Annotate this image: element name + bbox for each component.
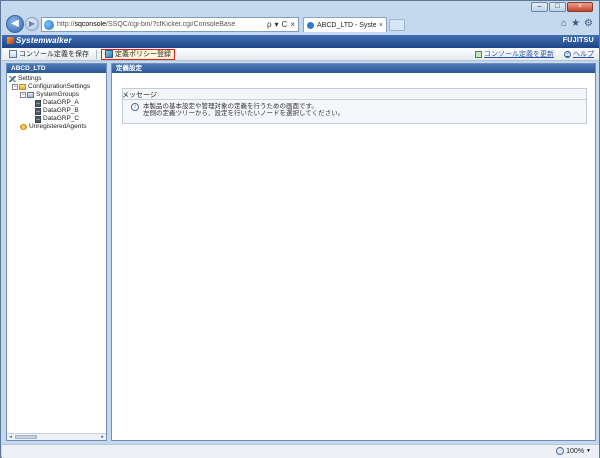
message-body: i 本製品の基本設定や管理対象の定義を行うための画面です。 左側の定義ツリーから… [131, 103, 344, 117]
dropdown-icon[interactable]: ▾ [275, 20, 279, 29]
app-header: Systemwalker FUJITSU [2, 35, 599, 48]
browser-tab[interactable]: ABCD_LTD - Systemwal... × [303, 17, 387, 32]
tab-close-icon[interactable]: × [376, 22, 386, 29]
scrollbar-thumb[interactable] [15, 435, 37, 439]
favorites-icon[interactable]: ★ [571, 18, 580, 29]
address-bar[interactable]: http://sqconsole/SSQC/cgi-bin/?cfKicker.… [41, 17, 299, 32]
folder-icon [19, 84, 26, 90]
ie-page-icon [44, 19, 54, 30]
search-icon[interactable]: ρ [267, 20, 272, 29]
settings-tools-icon [9, 76, 16, 82]
scroll-left-icon[interactable]: ◂ [7, 434, 14, 440]
product-logo: Systemwalker [7, 36, 72, 45]
message-divider [123, 99, 586, 100]
tree-panel-title: ABCD_LTD [7, 64, 106, 73]
tree-node-datagrp-a[interactable]: DataGRP_A [8, 99, 106, 107]
new-tab-button[interactable] [389, 19, 405, 31]
collapse-icon[interactable]: − [20, 92, 26, 98]
forward-button[interactable]: ▶ [25, 17, 39, 31]
zoom-control[interactable]: 100% ▼ [556, 447, 591, 455]
update-icon [475, 50, 482, 58]
help-link[interactable]: ? ヘルプ [564, 49, 594, 59]
update-console-definition-link[interactable]: コンソール定義を更新 [475, 49, 554, 59]
definition-tree: Settings − ConfigurationSettings − Syste… [7, 73, 106, 131]
definition-settings-panel: 定義設定 i 本製品の基本設定や管理対象の定義を行うための画面です。 左側の定義… [111, 63, 596, 441]
minimize-button[interactable]: – [531, 2, 548, 12]
window-controls: – □ × [531, 2, 593, 12]
browser-tools: ⌂ ★ ⚙ [561, 18, 593, 29]
tree-node-datagrp-c[interactable]: DataGRP_C [8, 115, 106, 123]
zoom-icon [556, 447, 565, 455]
maximize-button[interactable]: □ [549, 2, 566, 12]
tree-horizontal-scrollbar[interactable]: ◂ ▸ [7, 433, 106, 440]
vendor-logo: FUJITSU [562, 37, 594, 44]
tab-favicon-icon [307, 21, 314, 29]
help-icon: ? [564, 50, 571, 58]
back-button[interactable]: ◀ [6, 15, 24, 33]
tree-node-configuration-settings[interactable]: − ConfigurationSettings [8, 83, 106, 91]
server-group-icon [35, 107, 41, 115]
register-definition-policy-button[interactable]: 定義ポリシー登録 [101, 48, 175, 60]
tree-node-system-groups[interactable]: − SystemGroups [8, 91, 106, 99]
definition-tree-panel: ABCD_LTD Settings − ConfigurationSetting… [6, 63, 107, 441]
save-console-definition-button[interactable]: コンソール定義を保存 [6, 49, 92, 60]
tree-node-settings[interactable]: Settings [8, 75, 106, 83]
message-heading: メッセージ [122, 92, 157, 99]
browser-nav-row: ◀ ▶ http://sqconsole/SSQC/cgi-bin/?cfKic… [1, 13, 599, 35]
settings-panel-title: 定義設定 [112, 64, 595, 73]
save-icon [9, 50, 17, 58]
agent-icon [20, 124, 27, 130]
server-group-icon [35, 99, 41, 107]
refresh-icon[interactable]: C [282, 20, 288, 29]
browser-window: – □ × ◀ ▶ http://sqconsole/SSQC/cgi-bin/… [0, 0, 600, 458]
message-line: 本製品の基本設定や管理対象の定義を行うための画面です。 [143, 103, 318, 110]
collapse-icon[interactable]: − [12, 84, 18, 90]
systemwalker-mark-icon [7, 37, 14, 44]
app-toolbar: コンソール定義を保存 定義ポリシー登録 コンソール定義を更新 ? ヘルプ [2, 48, 599, 61]
policy-register-icon [105, 50, 113, 58]
home-icon[interactable]: ⌂ [561, 18, 567, 29]
address-url[interactable]: http://sqconsole/SSQC/cgi-bin/?cfKicker.… [57, 21, 267, 28]
zoom-dropdown-icon[interactable]: ▼ [586, 448, 591, 454]
message-box: i 本製品の基本設定や管理対象の定義を行うための画面です。 左側の定義ツリーから… [122, 88, 587, 124]
scroll-right-icon[interactable]: ▸ [99, 434, 106, 440]
status-bar: 100% ▼ [2, 444, 599, 458]
message-line: 左側の定義ツリーから、設定を行いたいノードを選択してください。 [143, 110, 345, 117]
settings-gear-icon[interactable]: ⚙ [584, 18, 593, 29]
stop-icon[interactable]: × [290, 20, 295, 29]
system-group-icon [27, 92, 34, 98]
info-icon: i [131, 103, 139, 111]
tab-title: ABCD_LTD - Systemwal... [317, 21, 376, 29]
server-group-icon [35, 115, 41, 123]
tree-node-datagrp-b[interactable]: DataGRP_B [8, 107, 106, 115]
close-window-button[interactable]: × [567, 2, 593, 12]
tree-node-unregistered-agents[interactable]: UnregisteredAgents [8, 123, 106, 131]
toolbar-divider [96, 49, 97, 59]
